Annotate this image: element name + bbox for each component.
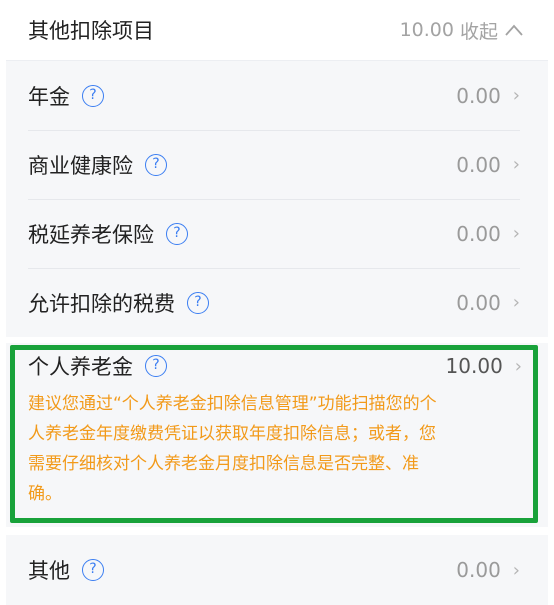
row-label: 税延养老保险 <box>28 222 154 247</box>
help-icon[interactable]: ? <box>82 84 104 107</box>
row-label: 其他 <box>28 559 70 583</box>
section-title: 其他扣除项目 <box>28 19 154 43</box>
row-label: 年金 <box>28 84 70 109</box>
row-value: 0.00 <box>456 221 501 246</box>
help-icon[interactable]: ? <box>145 153 167 176</box>
row-tax-deferred-pension[interactable]: 税延养老保险 ? 0.00 › <box>6 199 548 268</box>
row-deductible-taxes[interactable]: 允许扣除的税费 ? 0.00 › <box>6 268 548 337</box>
row-value: 10.00 <box>445 354 503 378</box>
row-label: 商业健康险 <box>28 153 133 178</box>
help-icon[interactable]: ? <box>166 222 188 245</box>
deduction-list: 年金 ? 0.00 › 商业健康险 ? 0.00 › 税延养老保险 ? 0.00… <box>6 60 548 337</box>
row-value: 0.00 <box>456 558 501 582</box>
row-annuity[interactable]: 年金 ? 0.00 › <box>6 61 548 130</box>
section-header: 其他扣除项目 10.00 收起 <box>0 0 554 60</box>
collapse-label: 收起 <box>459 20 498 43</box>
row-other[interactable]: 其他 ? 0.00 › <box>6 535 548 605</box>
row-value: 0.00 <box>456 83 501 108</box>
row-personal-pension[interactable]: 个人养老金 ? 10.00 › 建议您通过“个人养老金扣除信息管理”功能扫描您的… <box>6 343 548 527</box>
chevron-right-icon: › <box>514 355 522 377</box>
chevron-right-icon: › <box>512 154 520 175</box>
chevron-right-icon: › <box>512 559 520 581</box>
section-total: 10.00 <box>399 19 454 41</box>
row-label: 允许扣除的税费 <box>28 291 175 316</box>
row-value: 0.00 <box>456 290 501 315</box>
help-icon[interactable]: ? <box>145 355 167 377</box>
help-icon[interactable]: ? <box>187 291 209 314</box>
chevron-right-icon: › <box>512 85 520 106</box>
row-value: 0.00 <box>456 152 501 177</box>
row-health-insurance[interactable]: 商业健康险 ? 0.00 › <box>6 130 548 199</box>
chevron-right-icon: › <box>512 292 520 313</box>
collapse-toggle[interactable]: 10.00 收起 <box>400 17 524 44</box>
row-label: 个人养老金 <box>28 355 133 379</box>
chevron-right-icon: › <box>512 223 520 244</box>
chevron-up-icon <box>505 24 523 36</box>
pension-notice: 建议您通过“个人养老金扣除信息管理”功能扫描您的个人养老金年度缴费凭证以获取年度… <box>28 394 437 504</box>
help-icon[interactable]: ? <box>82 559 104 581</box>
